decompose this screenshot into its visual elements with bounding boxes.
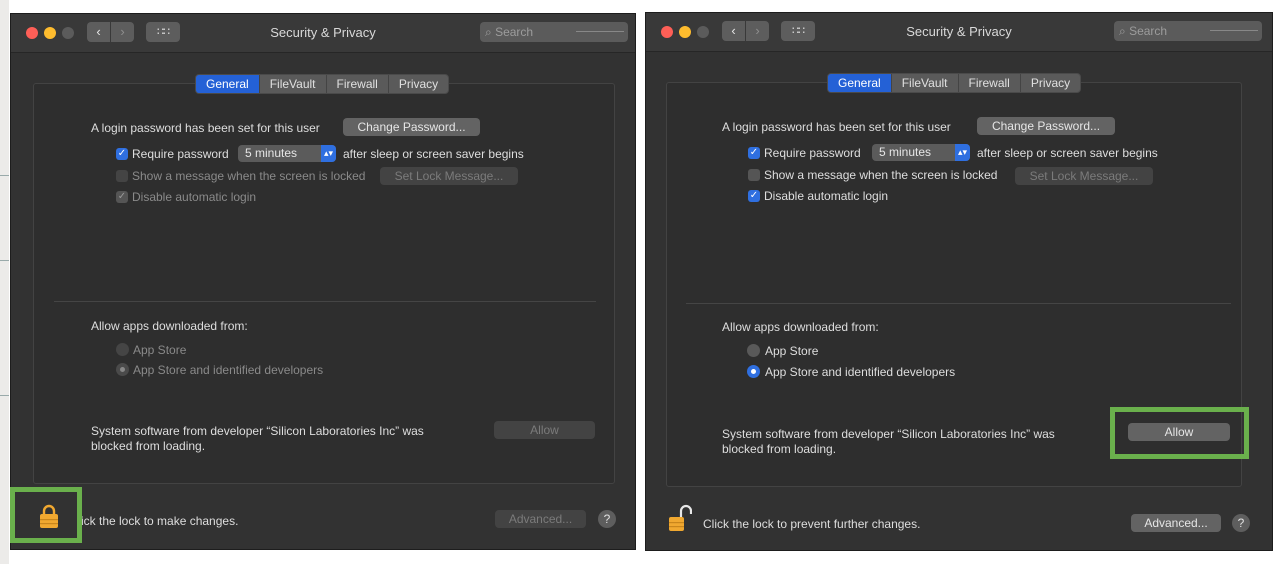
chevron-updown-icon: ▴▾: [955, 144, 970, 161]
search-placeholder: Search: [1129, 24, 1168, 38]
require-password-checkbox[interactable]: ✓: [116, 148, 128, 160]
tab-general[interactable]: General: [828, 74, 892, 92]
lock-highlight-box: [10, 487, 82, 543]
advanced-button[interactable]: Advanced...: [1131, 514, 1221, 532]
show-message-checkbox[interactable]: [116, 170, 128, 182]
app-store-identified-radio[interactable]: [747, 365, 760, 378]
lock-status-text: ick the lock to make changes.: [81, 514, 239, 528]
search-icon: ⌕: [1119, 24, 1126, 38]
app-store-radio[interactable]: [116, 343, 129, 356]
change-password-button[interactable]: Change Password...: [343, 118, 480, 136]
set-lock-message-button[interactable]: Set Lock Message...: [1015, 167, 1153, 185]
app-store-identified-label: App Store and identified developers: [133, 363, 324, 377]
blocked-message-line1: System software from developer “Silicon …: [722, 427, 1055, 441]
disable-automatic-login-label: Disable automatic login: [132, 190, 257, 204]
show-message-label: Show a message when the screen is locked: [132, 169, 366, 183]
lock-unlocked-icon[interactable]: [668, 504, 693, 532]
disable-automatic-login-checkbox[interactable]: ✓: [116, 191, 128, 203]
after-sleep-text: after sleep or screen saver begins: [977, 146, 1158, 160]
delay-value: 5 minutes: [245, 146, 298, 160]
show-message-checkbox[interactable]: [748, 169, 760, 181]
set-lock-message-button[interactable]: Set Lock Message...: [380, 167, 518, 185]
search-icon: ⌕: [485, 25, 492, 39]
chevron-updown-icon: ▴▾: [321, 145, 336, 162]
tab-privacy[interactable]: Privacy: [1021, 74, 1080, 92]
app-store-identified-radio[interactable]: [116, 363, 129, 376]
tab-bar: General FileVault Firewall Privacy: [195, 74, 450, 94]
require-password-checkbox[interactable]: ✓: [748, 147, 760, 159]
tab-general[interactable]: General: [196, 75, 260, 93]
app-store-label: App Store: [765, 344, 819, 358]
tab-privacy[interactable]: Privacy: [389, 75, 448, 93]
tab-bar: General FileVault Firewall Privacy: [827, 73, 1082, 93]
security-privacy-window-locked: ‹ › ∷∷ Security & Privacy ⌕ Search Gener…: [10, 13, 636, 550]
search-placeholder: Search: [495, 25, 534, 39]
require-password-delay-select[interactable]: 5 minutes ▴▾: [872, 144, 970, 161]
app-store-identified-label: App Store and identified developers: [765, 365, 956, 379]
allow-highlight-box: [1110, 407, 1249, 459]
allow-apps-heading: Allow apps downloaded from:: [91, 319, 248, 333]
app-store-radio[interactable]: [747, 344, 760, 357]
lock-status-text: Click the lock to prevent further change…: [703, 517, 921, 531]
disable-automatic-login-checkbox[interactable]: ✓: [748, 190, 760, 202]
blocked-message-line2: blocked from loading.: [722, 442, 837, 456]
after-sleep-text: after sleep or screen saver begins: [343, 147, 524, 161]
blocked-message-line1: System software from developer “Silicon …: [91, 424, 424, 438]
delay-value: 5 minutes: [879, 145, 932, 159]
background-window-edge: [0, 0, 9, 564]
require-password-label: Require password: [132, 147, 229, 161]
security-privacy-window-unlocked: ‹ › ∷∷ Security & Privacy ⌕ Search Gener…: [645, 12, 1273, 551]
allow-apps-heading: Allow apps downloaded from:: [722, 320, 879, 334]
help-button[interactable]: ?: [1232, 514, 1250, 532]
advanced-button[interactable]: Advanced...: [495, 510, 586, 528]
tab-firewall[interactable]: Firewall: [959, 74, 1021, 92]
title-bar: ‹ › ∷∷ Security & Privacy ⌕ Search: [11, 14, 635, 53]
search-field[interactable]: ⌕ Search: [480, 22, 628, 42]
app-store-label: App Store: [133, 343, 187, 357]
section-divider: [686, 303, 1231, 304]
tab-filevault[interactable]: FileVault: [892, 74, 959, 92]
change-password-button[interactable]: Change Password...: [977, 117, 1115, 135]
login-password-text: A login password has been set for this u…: [722, 120, 951, 134]
blocked-message-line2: blocked from loading.: [91, 439, 206, 453]
require-password-delay-select[interactable]: 5 minutes ▴▾: [238, 145, 336, 162]
require-password-label: Require password: [764, 146, 861, 160]
search-field[interactable]: ⌕ Search: [1114, 21, 1262, 41]
section-divider: [54, 301, 596, 302]
help-button[interactable]: ?: [598, 510, 616, 528]
allow-button[interactable]: Allow: [494, 421, 595, 439]
title-bar: ‹ › ∷∷ Security & Privacy ⌕ Search: [646, 13, 1272, 52]
login-password-text: A login password has been set for this u…: [91, 121, 320, 135]
tab-firewall[interactable]: Firewall: [327, 75, 389, 93]
tab-filevault[interactable]: FileVault: [260, 75, 327, 93]
show-message-label: Show a message when the screen is locked: [764, 168, 998, 182]
disable-automatic-login-label: Disable automatic login: [764, 189, 889, 203]
